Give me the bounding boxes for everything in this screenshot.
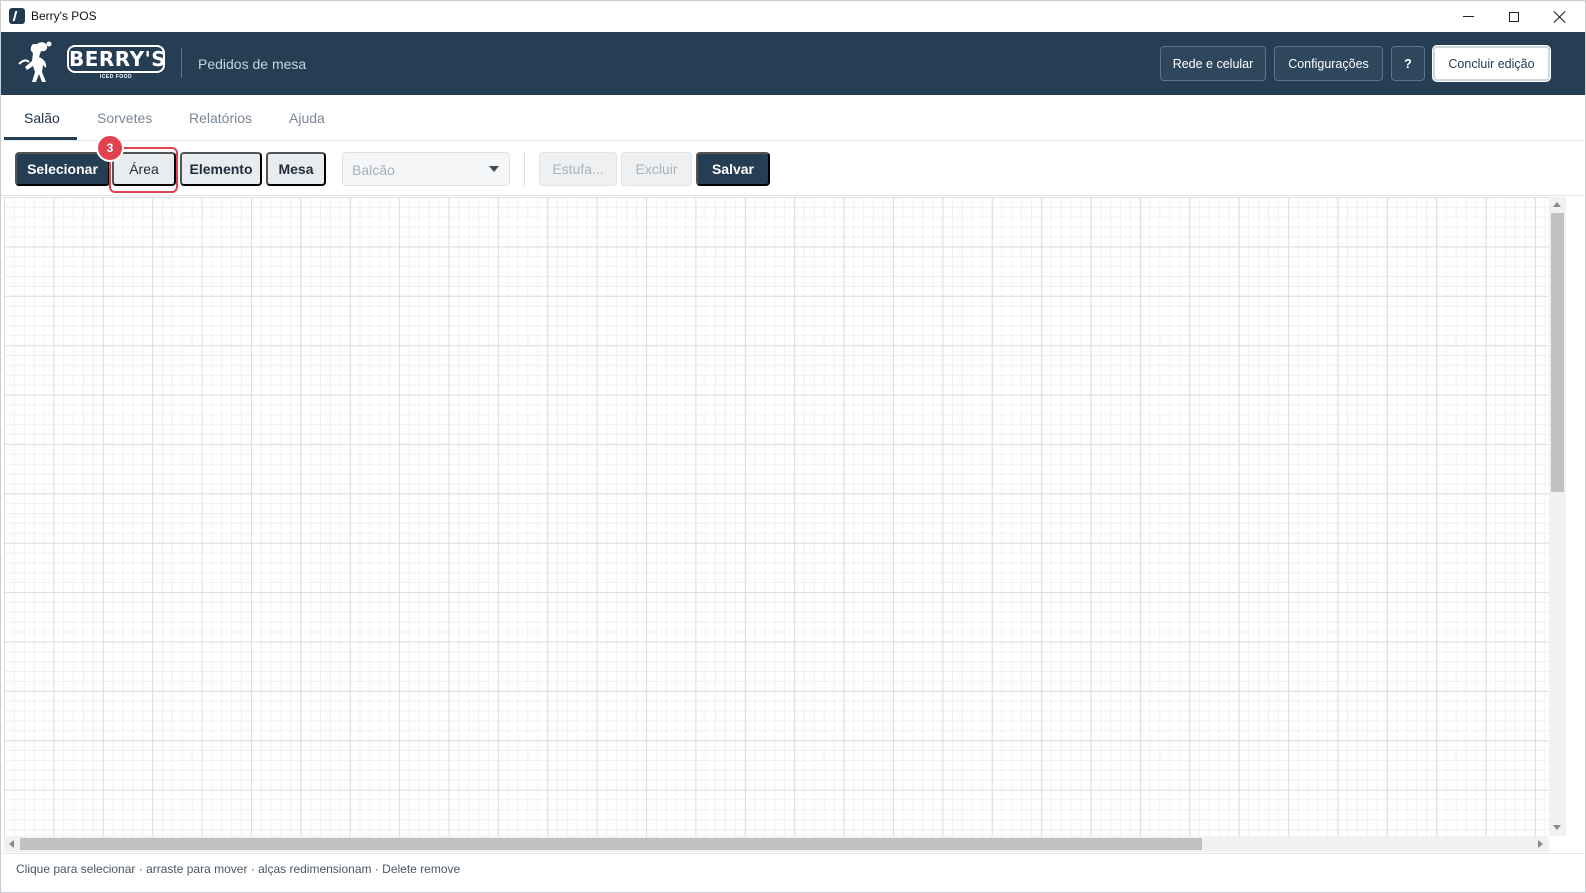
main-tabs: Salão Sorvetes Relatórios Ajuda	[1, 95, 1585, 141]
header-divider	[181, 48, 182, 78]
status-bar: Clique para selecionar · arraste para mo…	[1, 853, 1585, 883]
horizontal-scrollbar-thumb[interactable]	[20, 838, 1202, 850]
help-button[interactable]: ?	[1391, 46, 1425, 81]
tab-relatorios[interactable]: Relatórios	[189, 110, 252, 126]
app-icon	[9, 8, 25, 24]
brand-logo-subtext: ICED FOOD	[99, 74, 133, 80]
vertical-scrollbar-thumb[interactable]	[1551, 213, 1564, 492]
scroll-up-arrow-icon[interactable]	[1553, 202, 1561, 207]
floor-plan-canvas[interactable]	[4, 197, 1549, 836]
delete-button[interactable]: Excluir	[621, 152, 692, 186]
tab-ajuda[interactable]: Ajuda	[289, 110, 325, 126]
editor-toolbar: Selecionar Área Elemento Mesa Balcão Est…	[1, 142, 1585, 196]
scroll-right-arrow-icon[interactable]	[1538, 840, 1543, 848]
settings-button[interactable]: Configurações	[1274, 46, 1383, 81]
minimize-button[interactable]	[1445, 1, 1491, 32]
area-select-value: Balcão	[352, 162, 395, 178]
select-tool-button[interactable]: Selecionar	[15, 152, 110, 186]
tab-sorvetes[interactable]: Sorvetes	[97, 110, 152, 126]
network-button[interactable]: Rede e celular	[1160, 46, 1266, 81]
title-bar: Berry's POS	[1, 1, 1585, 32]
header-subtitle: Pedidos de mesa	[198, 56, 307, 72]
step-badge: 3	[96, 134, 124, 162]
estufa-button[interactable]: Estufa...	[539, 152, 617, 186]
brand-logo-text: BERRY'S	[67, 45, 167, 73]
save-button[interactable]: Salvar	[696, 152, 770, 186]
table-tool-button[interactable]: Mesa	[266, 152, 326, 186]
toolbar-divider	[524, 152, 525, 186]
maximize-button[interactable]	[1491, 1, 1537, 32]
tab-salao[interactable]: Salão	[24, 110, 60, 126]
app-window: Berry's POS BERRY'S ICED FOOD Pedidos de…	[0, 0, 1586, 893]
finish-edit-button[interactable]: Concluir edição	[1433, 46, 1550, 81]
brand-logo: BERRY'S ICED FOOD	[67, 45, 167, 81]
minimize-icon	[1462, 16, 1474, 17]
mascot-logo-icon	[18, 41, 52, 82]
maximize-icon	[1509, 11, 1519, 22]
scroll-left-arrow-icon[interactable]	[9, 840, 14, 848]
area-select-dropdown[interactable]: Balcão	[342, 152, 510, 186]
chevron-down-icon	[489, 166, 499, 172]
element-tool-button[interactable]: Elemento	[180, 152, 262, 186]
status-hint: Clique para selecionar · arraste para mo…	[16, 862, 461, 876]
close-icon	[1554, 11, 1566, 23]
window-title: Berry's POS	[31, 9, 97, 23]
close-button[interactable]	[1537, 1, 1583, 32]
active-tab-indicator	[4, 137, 77, 140]
app-header: BERRY'S ICED FOOD Pedidos de mesa Rede e…	[1, 32, 1585, 95]
scroll-down-arrow-icon[interactable]	[1553, 825, 1561, 830]
